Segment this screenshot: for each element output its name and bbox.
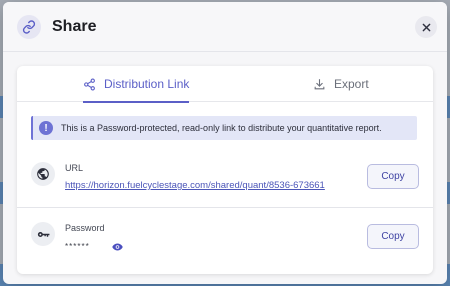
share-url-link[interactable]: https://horizon.fuelcyclestage.com/share…: [65, 180, 325, 191]
copy-url-button[interactable]: Copy: [367, 164, 419, 189]
share-modal: Share Distribution Link Export ! This is…: [3, 2, 447, 284]
password-row: Password ****** Copy: [17, 216, 433, 268]
password-value: ******: [65, 242, 90, 251]
info-banner: ! This is a Password-protected, read-onl…: [31, 116, 417, 140]
download-icon: [314, 78, 325, 89]
key-icon: [31, 222, 55, 246]
modal-header: Share: [3, 2, 447, 52]
url-row: URL https://horizon.fuelcyclestage.com/s…: [17, 154, 433, 206]
close-icon: [422, 23, 430, 31]
globe-icon: [31, 162, 55, 186]
share-card: Distribution Link Export ! This is a Pas…: [17, 66, 433, 274]
url-label: URL: [65, 163, 84, 173]
tab-label: Export: [334, 77, 369, 91]
copy-password-button[interactable]: Copy: [367, 224, 419, 249]
tab-label: Distribution Link: [104, 77, 190, 91]
share-icon: [84, 78, 95, 90]
tab-export[interactable]: Export: [313, 66, 369, 102]
tab-distribution-link[interactable]: Distribution Link: [83, 66, 190, 103]
tab-bar: Distribution Link Export: [17, 66, 433, 103]
banner-text: This is a Password-protected, read-only …: [61, 123, 382, 133]
info-icon: !: [39, 121, 53, 135]
modal-title: Share: [52, 17, 97, 35]
active-tab-indicator: [83, 101, 190, 103]
row-divider: [17, 207, 433, 208]
link-icon: [17, 14, 41, 39]
eye-icon[interactable]: [111, 241, 124, 253]
password-label: Password: [65, 223, 105, 233]
close-button[interactable]: [415, 16, 437, 38]
